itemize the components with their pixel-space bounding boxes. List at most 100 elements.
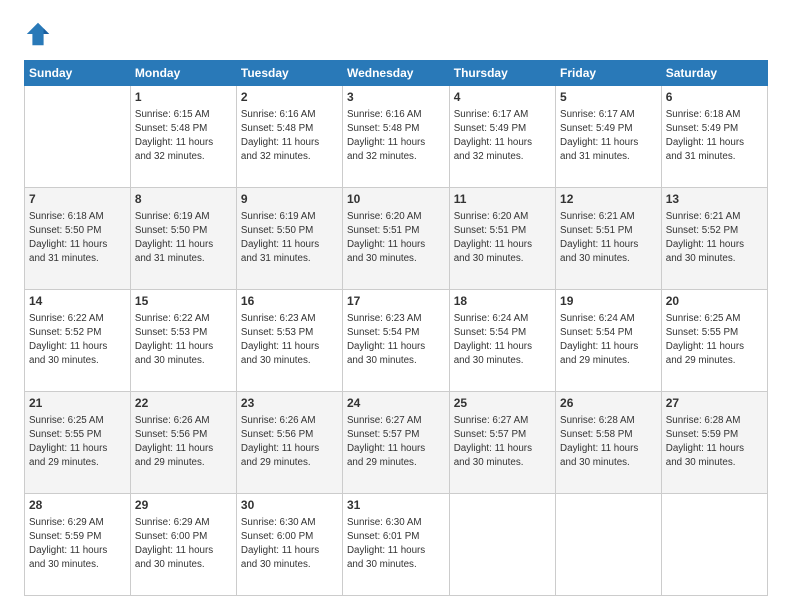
day-info: Sunrise: 6:27 AM Sunset: 5:57 PM Dayligh…: [347, 414, 445, 471]
day-cell: 7Sunrise: 6:18 AM Sunset: 5:50 PM Daylig…: [25, 188, 131, 290]
day-number: 25: [454, 395, 551, 412]
day-info: Sunrise: 6:16 AM Sunset: 5:48 PM Dayligh…: [347, 108, 445, 165]
day-info: Sunrise: 6:26 AM Sunset: 5:56 PM Dayligh…: [135, 414, 232, 471]
day-number: 22: [135, 395, 232, 412]
day-number: 21: [29, 395, 126, 412]
day-number: 26: [560, 395, 657, 412]
day-cell: 13 Sunrise: 6:21 AM Sunset: 5:52 PM Dayli…: [661, 188, 767, 290]
day-number: 6: [666, 89, 763, 106]
day-cell: 2 Sunrise: 6:16 AM Sunset: 5:48 PM Daylig…: [236, 86, 342, 188]
week-row-3: 21 Sunrise: 6:25 AM Sunset: 5:55 PM Dayli…: [25, 392, 768, 494]
day-cell: 19 Sunrise: 6:24 AM Sunset: 5:54 PM Dayli…: [556, 290, 662, 392]
day-cell: 29 Sunrise: 6:29 AM Sunset: 6:00 PM Dayli…: [130, 494, 236, 596]
day-cell: 1Sunrise: 6:15 AM Sunset: 5:48 PM Daylig…: [130, 86, 236, 188]
header-row: SundayMondayTuesdayWednesdayThursdayFrid…: [25, 61, 768, 86]
day-number: 29: [135, 497, 232, 514]
day-info: Sunrise: 6:24 AM Sunset: 5:54 PM Dayligh…: [560, 312, 657, 369]
day-info: Sunrise: 6:28 AM Sunset: 5:59 PM Dayligh…: [666, 414, 763, 471]
day-info: Sunrise: 6:22 AM Sunset: 5:52 PM Dayligh…: [29, 312, 126, 369]
day-number: 17: [347, 293, 445, 310]
day-info: Sunrise: 6:17 AM Sunset: 5:49 PM Dayligh…: [560, 108, 657, 165]
day-number: 9: [241, 191, 338, 208]
day-cell: 3 Sunrise: 6:16 AM Sunset: 5:48 PM Daylig…: [342, 86, 449, 188]
week-row-0: 1Sunrise: 6:15 AM Sunset: 5:48 PM Daylig…: [25, 86, 768, 188]
day-number: 2: [241, 89, 338, 106]
day-cell: 15 Sunrise: 6:22 AM Sunset: 5:53 PM Dayli…: [130, 290, 236, 392]
day-cell: 28Sunrise: 6:29 AM Sunset: 5:59 PM Dayli…: [25, 494, 131, 596]
week-row-4: 28Sunrise: 6:29 AM Sunset: 5:59 PM Dayli…: [25, 494, 768, 596]
day-info: Sunrise: 6:23 AM Sunset: 5:53 PM Dayligh…: [241, 312, 338, 369]
day-number: 3: [347, 89, 445, 106]
day-info: Sunrise: 6:18 AM Sunset: 5:49 PM Dayligh…: [666, 108, 763, 165]
day-info: Sunrise: 6:22 AM Sunset: 5:53 PM Dayligh…: [135, 312, 232, 369]
day-cell: 18Sunrise: 6:24 AM Sunset: 5:54 PM Dayli…: [449, 290, 555, 392]
day-number: 10: [347, 191, 445, 208]
calendar-header: SundayMondayTuesdayWednesdayThursdayFrid…: [25, 61, 768, 86]
day-cell: 9 Sunrise: 6:19 AM Sunset: 5:50 PM Daylig…: [236, 188, 342, 290]
day-info: Sunrise: 6:29 AM Sunset: 5:59 PM Dayligh…: [29, 516, 126, 573]
day-header-sunday: Sunday: [25, 61, 131, 86]
day-cell: 25 Sunrise: 6:27 AM Sunset: 5:57 PM Dayli…: [449, 392, 555, 494]
day-number: 16: [241, 293, 338, 310]
day-info: Sunrise: 6:16 AM Sunset: 5:48 PM Dayligh…: [241, 108, 338, 165]
day-info: Sunrise: 6:21 AM Sunset: 5:51 PM Dayligh…: [560, 210, 657, 267]
day-info: Sunrise: 6:20 AM Sunset: 5:51 PM Dayligh…: [454, 210, 551, 267]
day-cell: 22 Sunrise: 6:26 AM Sunset: 5:56 PM Dayli…: [130, 392, 236, 494]
day-cell: 23 Sunrise: 6:26 AM Sunset: 5:56 PM Dayli…: [236, 392, 342, 494]
day-cell: [556, 494, 662, 596]
day-cell: 21 Sunrise: 6:25 AM Sunset: 5:55 PM Dayli…: [25, 392, 131, 494]
day-info: Sunrise: 6:19 AM Sunset: 5:50 PM Dayligh…: [135, 210, 232, 267]
day-number: 19: [560, 293, 657, 310]
day-number: 15: [135, 293, 232, 310]
day-cell: 31 Sunrise: 6:30 AM Sunset: 6:01 PM Dayli…: [342, 494, 449, 596]
day-header-thursday: Thursday: [449, 61, 555, 86]
day-number: 8: [135, 191, 232, 208]
day-cell: 4Sunrise: 6:17 AM Sunset: 5:49 PM Daylig…: [449, 86, 555, 188]
day-cell: 14 Sunrise: 6:22 AM Sunset: 5:52 PM Dayli…: [25, 290, 131, 392]
day-cell: 24 Sunrise: 6:27 AM Sunset: 5:57 PM Dayli…: [342, 392, 449, 494]
header: [24, 20, 768, 48]
day-number: 31: [347, 497, 445, 514]
week-row-2: 14 Sunrise: 6:22 AM Sunset: 5:52 PM Dayli…: [25, 290, 768, 392]
day-number: 27: [666, 395, 763, 412]
day-cell: 30 Sunrise: 6:30 AM Sunset: 6:00 PM Dayli…: [236, 494, 342, 596]
day-number: 11: [454, 191, 551, 208]
day-header-tuesday: Tuesday: [236, 61, 342, 86]
day-info: Sunrise: 6:25 AM Sunset: 5:55 PM Dayligh…: [666, 312, 763, 369]
day-cell: 5 Sunrise: 6:17 AM Sunset: 5:49 PM Daylig…: [556, 86, 662, 188]
day-info: Sunrise: 6:19 AM Sunset: 5:50 PM Dayligh…: [241, 210, 338, 267]
day-cell: 11 Sunrise: 6:20 AM Sunset: 5:51 PM Dayli…: [449, 188, 555, 290]
day-info: Sunrise: 6:15 AM Sunset: 5:48 PM Dayligh…: [135, 108, 232, 165]
day-cell: 8 Sunrise: 6:19 AM Sunset: 5:50 PM Daylig…: [130, 188, 236, 290]
day-info: Sunrise: 6:27 AM Sunset: 5:57 PM Dayligh…: [454, 414, 551, 471]
day-cell: 12Sunrise: 6:21 AM Sunset: 5:51 PM Dayli…: [556, 188, 662, 290]
day-header-saturday: Saturday: [661, 61, 767, 86]
day-number: 18: [454, 293, 551, 310]
day-number: 23: [241, 395, 338, 412]
day-info: Sunrise: 6:25 AM Sunset: 5:55 PM Dayligh…: [29, 414, 126, 471]
day-cell: 10 Sunrise: 6:20 AM Sunset: 5:51 PM Dayli…: [342, 188, 449, 290]
day-number: 13: [666, 191, 763, 208]
day-info: Sunrise: 6:29 AM Sunset: 6:00 PM Dayligh…: [135, 516, 232, 573]
page: SundayMondayTuesdayWednesdayThursdayFrid…: [0, 0, 792, 612]
day-info: Sunrise: 6:30 AM Sunset: 6:00 PM Dayligh…: [241, 516, 338, 573]
day-cell: 6 Sunrise: 6:18 AM Sunset: 5:49 PM Daylig…: [661, 86, 767, 188]
day-number: 24: [347, 395, 445, 412]
day-info: Sunrise: 6:26 AM Sunset: 5:56 PM Dayligh…: [241, 414, 338, 471]
day-info: Sunrise: 6:20 AM Sunset: 5:51 PM Dayligh…: [347, 210, 445, 267]
logo-icon: [24, 20, 52, 48]
day-cell: 16 Sunrise: 6:23 AM Sunset: 5:53 PM Dayli…: [236, 290, 342, 392]
day-info: Sunrise: 6:21 AM Sunset: 5:52 PM Dayligh…: [666, 210, 763, 267]
day-info: Sunrise: 6:30 AM Sunset: 6:01 PM Dayligh…: [347, 516, 445, 573]
day-number: 5: [560, 89, 657, 106]
day-number: 14: [29, 293, 126, 310]
logo: [24, 20, 56, 48]
day-header-friday: Friday: [556, 61, 662, 86]
calendar-body: 1Sunrise: 6:15 AM Sunset: 5:48 PM Daylig…: [25, 86, 768, 596]
week-row-1: 7Sunrise: 6:18 AM Sunset: 5:50 PM Daylig…: [25, 188, 768, 290]
day-header-wednesday: Wednesday: [342, 61, 449, 86]
day-number: 30: [241, 497, 338, 514]
day-cell: [449, 494, 555, 596]
day-cell: 26Sunrise: 6:28 AM Sunset: 5:58 PM Dayli…: [556, 392, 662, 494]
day-cell: [661, 494, 767, 596]
